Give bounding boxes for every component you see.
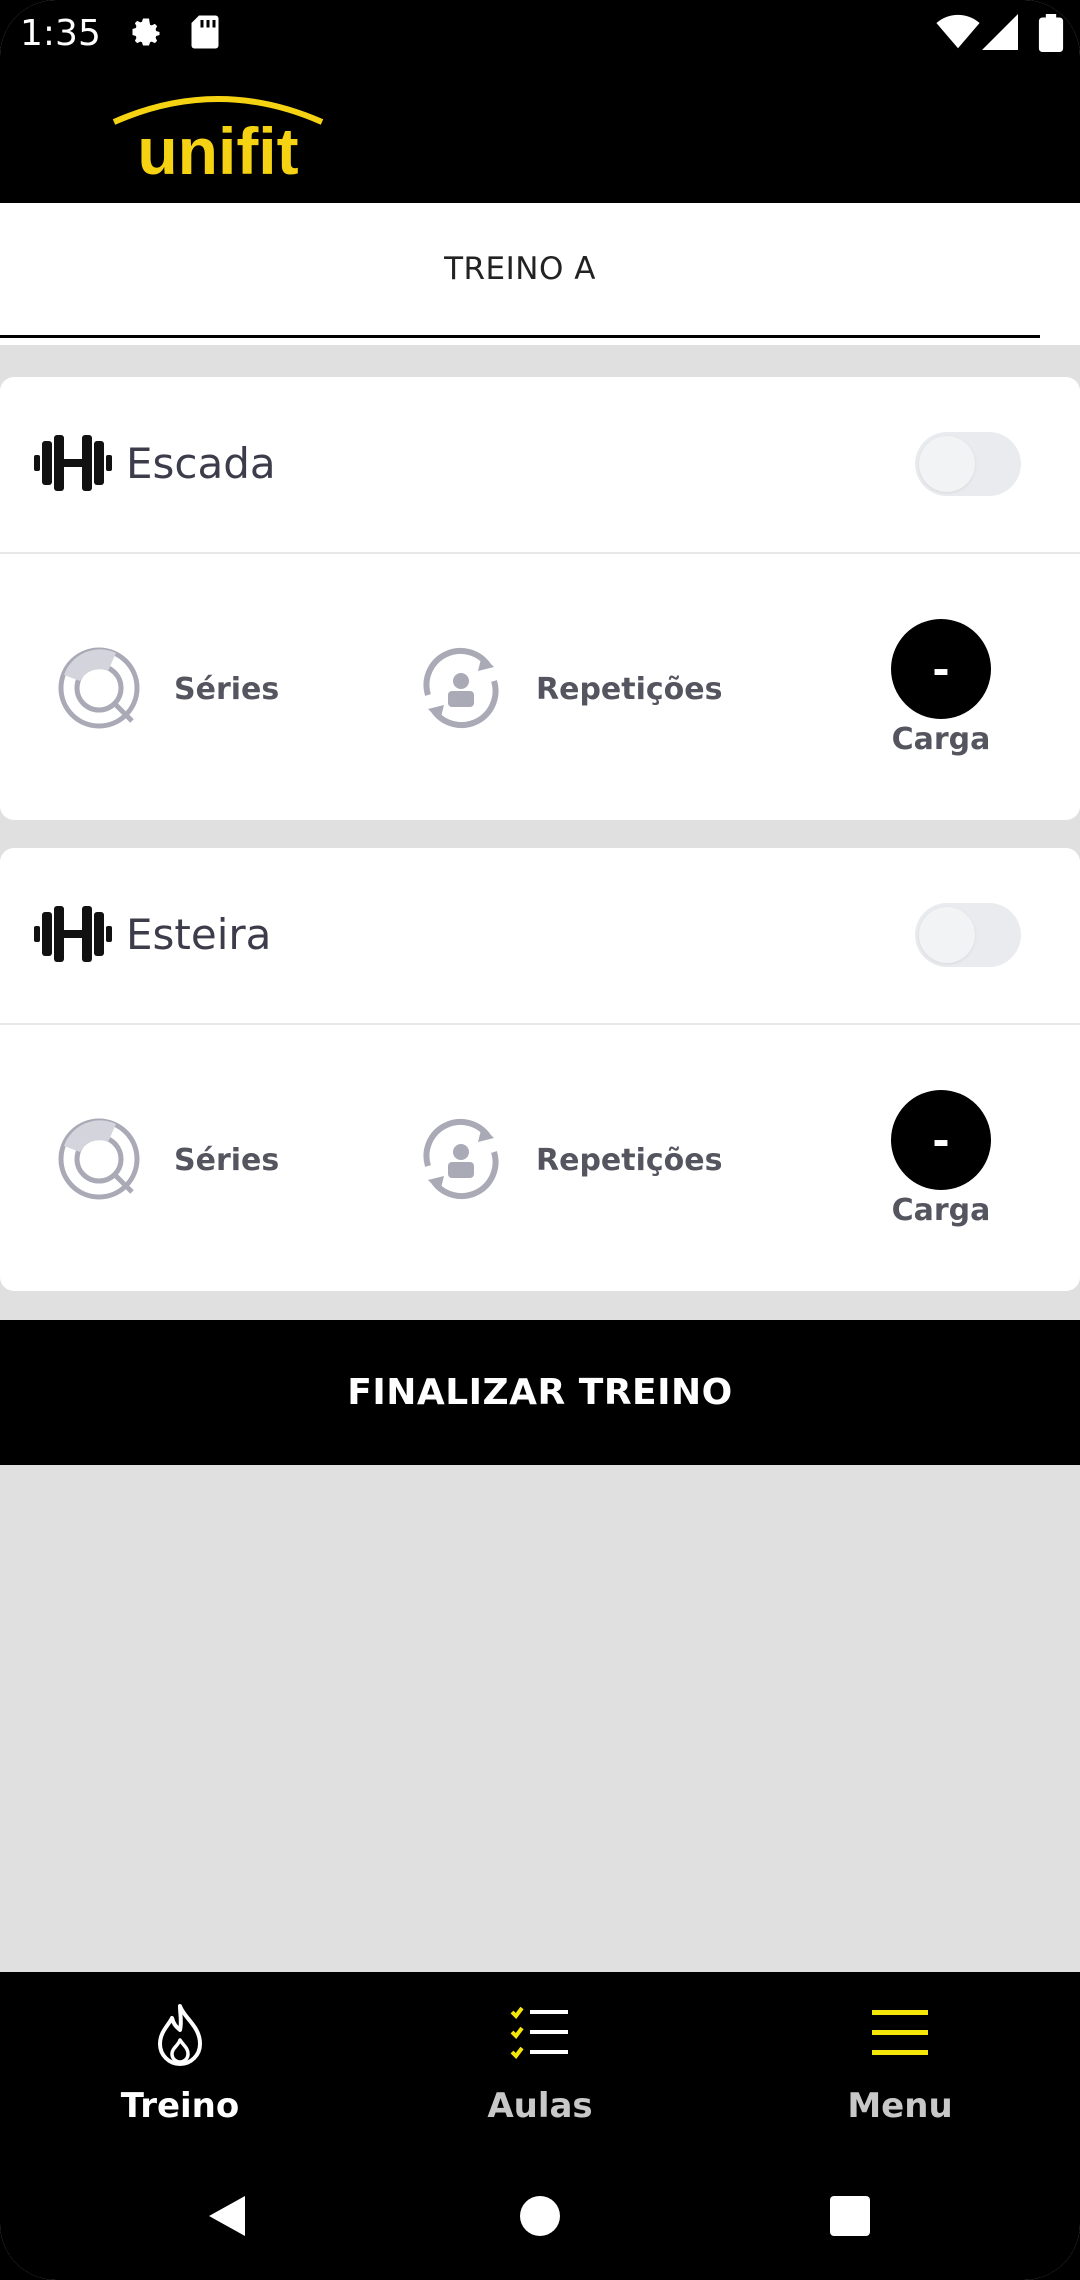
tab-treino-a[interactable]: TREINO A xyxy=(0,203,1040,338)
hamburger-menu-icon xyxy=(872,2010,928,2055)
nav-item-menu[interactable]: Menu xyxy=(720,1972,1080,2132)
sd-card-icon xyxy=(191,15,219,49)
checklist-icon xyxy=(510,2006,568,2060)
workout-tabs: TREINO A xyxy=(0,203,1080,345)
repetitions-label: Repetições xyxy=(536,672,723,707)
battery-icon xyxy=(1038,14,1064,52)
exercise-card-header: Escada xyxy=(0,377,1080,554)
exercise-card: Escada Séries Repetições - Carga xyxy=(0,377,1080,820)
flame-icon xyxy=(158,2004,202,2066)
exercise-card: Esteira Séries Repetições - Carga xyxy=(0,848,1080,1291)
nav-label-treino: Treino xyxy=(120,2086,240,2126)
exercise-name: Esteira xyxy=(126,910,272,959)
exercise-card-header: Esteira xyxy=(0,848,1080,1025)
unifit-logo: unifit xyxy=(112,96,324,188)
series-icon xyxy=(58,1118,140,1200)
system-recents-icon[interactable] xyxy=(828,2194,872,2238)
series-label: Séries xyxy=(174,1143,280,1178)
system-home-icon[interactable] xyxy=(518,2194,562,2238)
toggle-knob xyxy=(919,907,975,963)
nav-item-aulas[interactable]: Aulas xyxy=(360,1972,720,2132)
app-screen: 1:35 unifit TREINO A Escada Séries Repet… xyxy=(0,0,1080,2280)
load-label: Carga xyxy=(891,722,991,757)
status-time: 1:35 xyxy=(20,13,101,54)
settings-gear-icon xyxy=(132,18,160,46)
dumbbell-icon xyxy=(34,435,112,491)
repetitions-label: Repetições xyxy=(536,1143,723,1178)
load-label: Carga xyxy=(891,1193,991,1228)
series-label: Séries xyxy=(174,672,280,707)
load-button[interactable]: - xyxy=(891,1090,991,1190)
nav-item-treino[interactable]: Treino xyxy=(0,1972,360,2132)
load-button[interactable]: - xyxy=(891,619,991,719)
repetitions-icon xyxy=(423,648,499,728)
dumbbell-icon xyxy=(34,906,112,962)
exercise-toggle[interactable] xyxy=(915,903,1021,967)
system-back-icon[interactable] xyxy=(205,2192,249,2240)
nav-label-menu: Menu xyxy=(847,2086,953,2126)
wifi-icon xyxy=(936,14,980,49)
series-icon xyxy=(58,647,140,729)
signal-icon xyxy=(982,14,1018,50)
bottom-navigation: Treino Aulas Menu xyxy=(0,1972,1080,2280)
logo-text: unifit xyxy=(137,114,298,188)
app-header: 1:35 unifit xyxy=(0,0,1080,203)
toggle-knob xyxy=(919,436,975,492)
exercise-toggle[interactable] xyxy=(915,432,1021,496)
repetitions-icon xyxy=(423,1119,499,1199)
nav-label-aulas: Aulas xyxy=(487,2086,593,2126)
finish-workout-button[interactable]: FINALIZAR TREINO xyxy=(0,1320,1080,1465)
exercise-name: Escada xyxy=(126,439,276,488)
